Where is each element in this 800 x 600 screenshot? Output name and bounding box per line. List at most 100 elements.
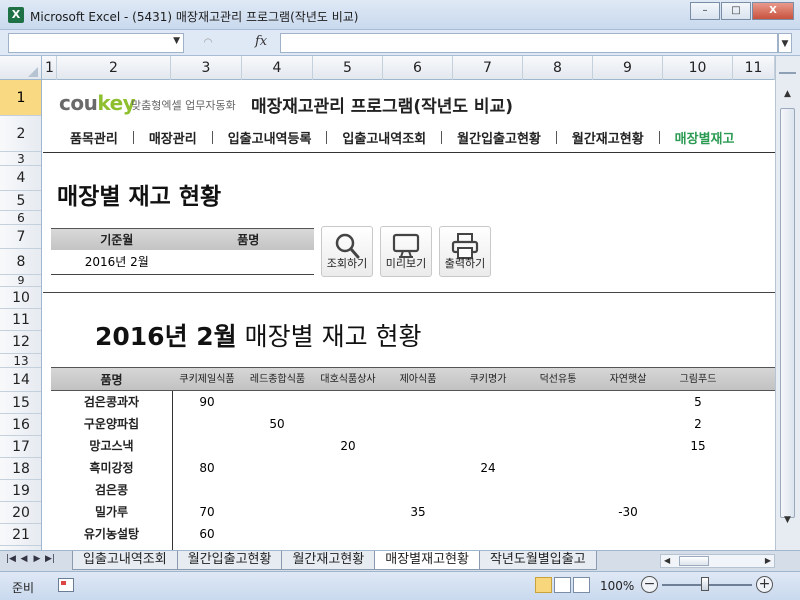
- next-sheet-icon[interactable]: ▶: [32, 554, 42, 564]
- stock-cell[interactable]: 60: [172, 523, 242, 545]
- stock-cell[interactable]: -30: [593, 501, 663, 523]
- horizontal-scrollbar[interactable]: ◀ ▶: [660, 554, 775, 568]
- stock-cell[interactable]: 80: [172, 457, 242, 479]
- item-name-cell[interactable]: 구운양파칩: [51, 413, 172, 435]
- nav-item-inout-entry[interactable]: 입출고내역등록: [213, 128, 327, 147]
- search-button[interactable]: 조회하기: [321, 226, 373, 277]
- vertical-scrollbar[interactable]: ▲ ▼: [775, 56, 800, 550]
- zoom-in-button[interactable]: +: [756, 576, 773, 593]
- row-header[interactable]: 17: [0, 436, 41, 458]
- scroll-down-icon[interactable]: ▼: [779, 512, 796, 528]
- column-header[interactable]: 7: [453, 56, 523, 80]
- column-header[interactable]: 6: [383, 56, 453, 80]
- row-header[interactable]: 15: [0, 392, 41, 414]
- column-header[interactable]: 9: [593, 56, 663, 80]
- sheet-tab[interactable]: 월간재고현황: [281, 551, 376, 570]
- row-header[interactable]: 6: [0, 211, 41, 225]
- print-button[interactable]: 출력하기: [439, 226, 491, 277]
- formula-input[interactable]: [280, 33, 778, 53]
- item-name-cell[interactable]: 망고스낵: [51, 435, 172, 457]
- stock-cell[interactable]: 5: [663, 391, 733, 413]
- zoom-slider-thumb[interactable]: [701, 577, 709, 591]
- item-name-cell[interactable]: 흑미강정: [51, 457, 172, 479]
- item-name-cell[interactable]: 검은콩과자: [51, 391, 172, 413]
- column-header[interactable]: 3: [171, 56, 242, 80]
- nav-item-store-stock[interactable]: 매장별재고: [660, 128, 735, 147]
- formula-expand-chevron-icon[interactable]: ▼: [778, 33, 792, 53]
- row-header[interactable]: 12: [0, 331, 41, 354]
- fx-icon[interactable]: fx: [255, 34, 267, 49]
- sheet-tab[interactable]: 작년도월별입출고: [478, 551, 597, 570]
- vertical-scroll-thumb[interactable]: [780, 108, 795, 518]
- scroll-up-icon[interactable]: ▲: [779, 86, 796, 102]
- item-name-cell[interactable]: 유기농설탕: [51, 523, 172, 545]
- last-sheet-icon[interactable]: ▶|: [45, 554, 55, 564]
- row-header[interactable]: 19: [0, 480, 41, 502]
- sheet-tab[interactable]: 월간입출고현황: [176, 551, 283, 570]
- select-all-corner[interactable]: [0, 56, 42, 80]
- row-header[interactable]: 13: [0, 354, 41, 368]
- item-name-cell[interactable]: 검은콩: [51, 479, 172, 501]
- name-box[interactable]: ▼: [8, 33, 184, 53]
- column-header[interactable]: 10: [663, 56, 733, 80]
- stock-cell[interactable]: 50: [242, 413, 312, 435]
- item-name-cell[interactable]: 밀가루: [51, 501, 172, 523]
- macro-record-icon[interactable]: [58, 578, 74, 592]
- scroll-left-icon[interactable]: ◀: [664, 555, 670, 567]
- row-header[interactable]: 9: [0, 274, 41, 287]
- column-header[interactable]: 8: [523, 56, 593, 80]
- page-break-view-icon[interactable]: [573, 577, 590, 593]
- scroll-right-icon[interactable]: ▶: [765, 555, 771, 567]
- row-header[interactable]: 18: [0, 458, 41, 480]
- stock-cell[interactable]: 20: [313, 435, 383, 457]
- stock-cell[interactable]: 70: [172, 501, 242, 523]
- nav-item-monthly-inout[interactable]: 월간입출고현황: [442, 128, 556, 147]
- page-layout-view-icon[interactable]: [554, 577, 571, 593]
- item-name-field[interactable]: [183, 250, 315, 274]
- row-header[interactable]: 20: [0, 502, 41, 524]
- row-header[interactable]: 3: [0, 152, 41, 166]
- stock-cell[interactable]: 35: [383, 501, 453, 523]
- nav-item-inout-query[interactable]: 입출고내역조회: [327, 128, 441, 147]
- row-header[interactable]: 10: [0, 287, 41, 309]
- preview-button[interactable]: 미리보기: [380, 226, 432, 277]
- row-header[interactable]: 2: [0, 116, 41, 152]
- row-header[interactable]: 14: [0, 368, 41, 392]
- row-header[interactable]: 7: [0, 225, 41, 249]
- horizontal-scroll-thumb[interactable]: [679, 556, 709, 566]
- row-header[interactable]: 1: [0, 80, 41, 116]
- column-header[interactable]: 5: [313, 56, 383, 80]
- row-header[interactable]: 16: [0, 414, 41, 436]
- minimize-button[interactable]: –: [690, 2, 720, 20]
- sheet-tab[interactable]: 입출고내역조회: [72, 551, 178, 570]
- stock-cell[interactable]: 2: [663, 413, 733, 435]
- split-handle[interactable]: [779, 64, 796, 74]
- normal-view-icon[interactable]: [535, 577, 552, 593]
- column-header[interactable]: 4: [242, 56, 313, 80]
- row-header[interactable]: 21: [0, 524, 41, 546]
- column-header[interactable]: 11: [733, 56, 775, 80]
- first-sheet-icon[interactable]: |◀: [6, 554, 16, 564]
- chevron-down-icon[interactable]: ▼: [173, 36, 180, 46]
- stock-cell[interactable]: 90: [172, 391, 242, 413]
- prev-sheet-icon[interactable]: ◀: [19, 554, 29, 564]
- zoom-out-button[interactable]: −: [641, 576, 658, 593]
- nav-item-items[interactable]: 품목관리: [55, 128, 133, 147]
- row-header[interactable]: 11: [0, 309, 41, 331]
- worksheet[interactable]: coukey 맞춤형엑셀 업무자동화 매장재고관리 프로그램(작년도 비교) 품…: [43, 80, 775, 550]
- nav-item-monthly-stock[interactable]: 월간재고현황: [557, 128, 659, 147]
- row-header[interactable]: 8: [0, 249, 41, 275]
- column-header[interactable]: 1: [43, 56, 57, 80]
- row-header[interactable]: 4: [0, 166, 41, 191]
- sheet-tab-active[interactable]: 매장별재고현황: [374, 551, 480, 570]
- zoom-level[interactable]: 100%: [600, 579, 634, 593]
- close-button[interactable]: X: [752, 2, 794, 20]
- formula-bar-expand-icon[interactable]: ◜◝: [196, 34, 220, 52]
- stock-cell[interactable]: 15: [663, 435, 733, 457]
- stock-cell[interactable]: 24: [453, 457, 523, 479]
- maximize-button[interactable]: □: [721, 2, 751, 20]
- nav-item-stores[interactable]: 매장관리: [134, 128, 212, 147]
- base-month-field[interactable]: 2016년 2월: [51, 250, 183, 274]
- row-header[interactable]: 5: [0, 191, 41, 211]
- column-header[interactable]: 2: [57, 56, 171, 80]
